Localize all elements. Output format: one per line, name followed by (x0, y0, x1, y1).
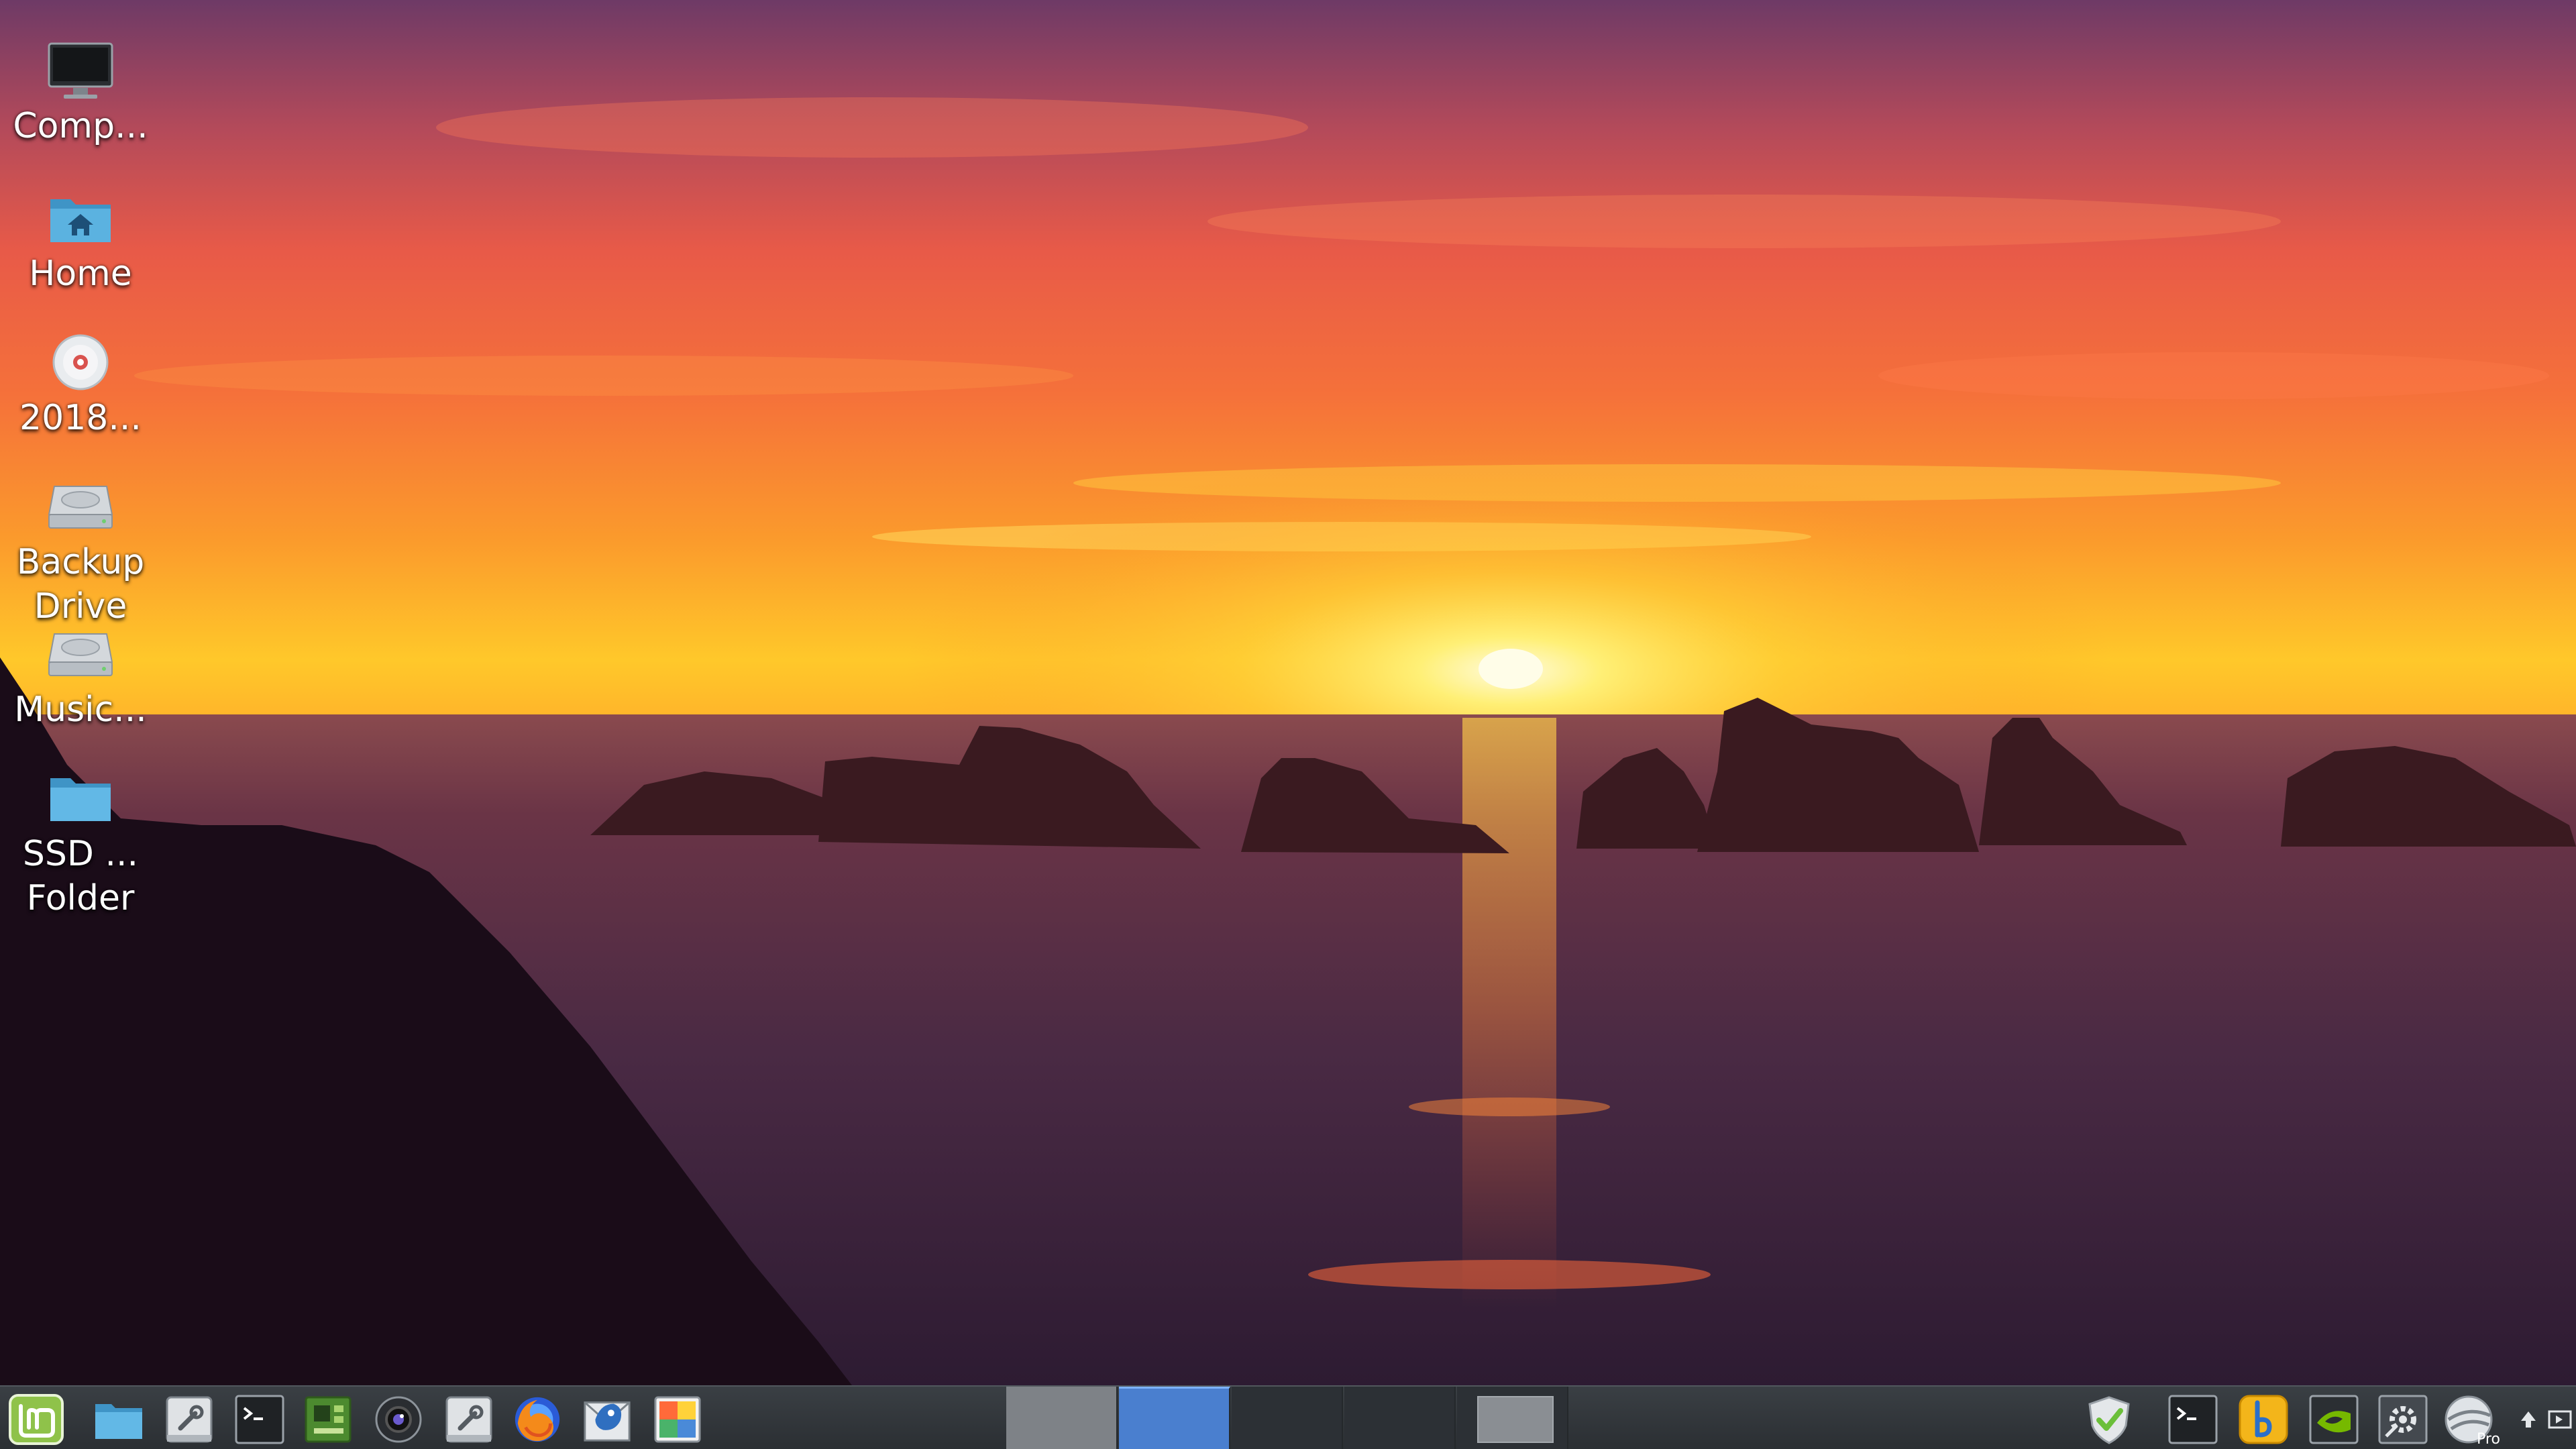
desktop-icon-label: SSD ... Folder (22, 834, 139, 918)
desktop-icon-label: Home (29, 254, 132, 294)
system-settings-icon (166, 1396, 213, 1443)
terminal-icon (2168, 1395, 2218, 1444)
desktop-icon-computer[interactable]: Comp... (0, 37, 161, 148)
workspace-2[interactable] (1119, 1387, 1230, 1449)
linux-mint-menu-icon (9, 1394, 64, 1445)
launcher-firefox[interactable] (511, 1393, 564, 1446)
show-desktop-button[interactable] (2546, 1393, 2573, 1446)
file-manager-icon (95, 1404, 142, 1439)
desktop-icon-label: Backup Drive (16, 542, 145, 627)
system-monitor-icon (305, 1396, 352, 1443)
launcher-webcam[interactable] (372, 1393, 425, 1446)
desktop-icon-home[interactable]: Home (0, 184, 161, 296)
show-desktop-icon (2548, 1410, 2572, 1429)
workspace-3[interactable] (1232, 1387, 1343, 1449)
launcher-thunderbird[interactable] (581, 1393, 633, 1446)
tray-terminal[interactable] (2167, 1393, 2219, 1446)
menu-button[interactable] (5, 1393, 67, 1446)
launcher-tools[interactable] (443, 1393, 495, 1446)
hard-drive-icon (48, 486, 113, 529)
hard-drive-icon (48, 633, 113, 676)
workspace-switcher (1006, 1387, 1570, 1449)
workspace-4[interactable] (1344, 1387, 1456, 1449)
settings-tools-icon (2378, 1395, 2428, 1444)
pro-badge: Pro (2477, 1431, 2500, 1446)
image-viewer-icon (654, 1396, 701, 1443)
folder-icon (50, 778, 111, 821)
launcher-image-viewer[interactable] (651, 1393, 704, 1446)
desktop-icon-area: Comp... Home 2018... Backup Drive Music.… (0, 0, 161, 1382)
desktop-icon-music[interactable]: Music... (0, 621, 161, 732)
notification-arrow-icon (2521, 1411, 2536, 1428)
workspace-window-preview (1477, 1396, 1554, 1443)
desktop-icon-label: 2018... (19, 398, 142, 438)
terminal-icon (235, 1395, 284, 1444)
tray-expand-arrow[interactable] (2517, 1393, 2540, 1446)
desktop-icon-backup-drive[interactable]: Backup Drive (0, 473, 161, 629)
desktop-icon-disc[interactable]: 2018... (0, 329, 161, 440)
desktop-icon-label: Music... (14, 690, 147, 730)
update-manager-shield-icon (2088, 1396, 2130, 1444)
launcher-system-monitor[interactable] (302, 1393, 354, 1446)
desktop-wallpaper (0, 0, 2576, 1385)
workspace-5[interactable] (1457, 1387, 1568, 1449)
firefox-icon (515, 1397, 560, 1442)
desktop-icon-ssd-folder[interactable]: SSD ... Folder (0, 765, 161, 920)
launcher-file-manager[interactable] (93, 1393, 145, 1446)
tray-settings-tools[interactable] (2377, 1393, 2429, 1446)
launcher-terminal[interactable] (233, 1393, 286, 1446)
google-earth-pro-icon: Pro (2445, 1395, 2500, 1446)
computer-icon (48, 42, 113, 99)
workspace-1[interactable] (1006, 1387, 1118, 1449)
tray-nvidia[interactable] (2308, 1393, 2360, 1446)
thunderbird-icon (584, 1401, 631, 1442)
launcher-system-settings[interactable] (163, 1393, 215, 1446)
tools-icon (445, 1396, 492, 1443)
tray-bluetooth[interactable] (2237, 1393, 2290, 1446)
home-folder-icon (50, 199, 111, 242)
bottom-panel: Pro (0, 1385, 2576, 1449)
webcam-icon (375, 1396, 422, 1443)
optical-disc-icon (52, 334, 109, 390)
desktop-icon-label: Comp... (13, 106, 148, 146)
bluetooth-icon (2239, 1395, 2288, 1444)
nvidia-icon (2309, 1395, 2359, 1444)
tray-update-manager[interactable] (2083, 1393, 2135, 1446)
tray-google-earth-pro[interactable]: Pro (2442, 1393, 2504, 1446)
